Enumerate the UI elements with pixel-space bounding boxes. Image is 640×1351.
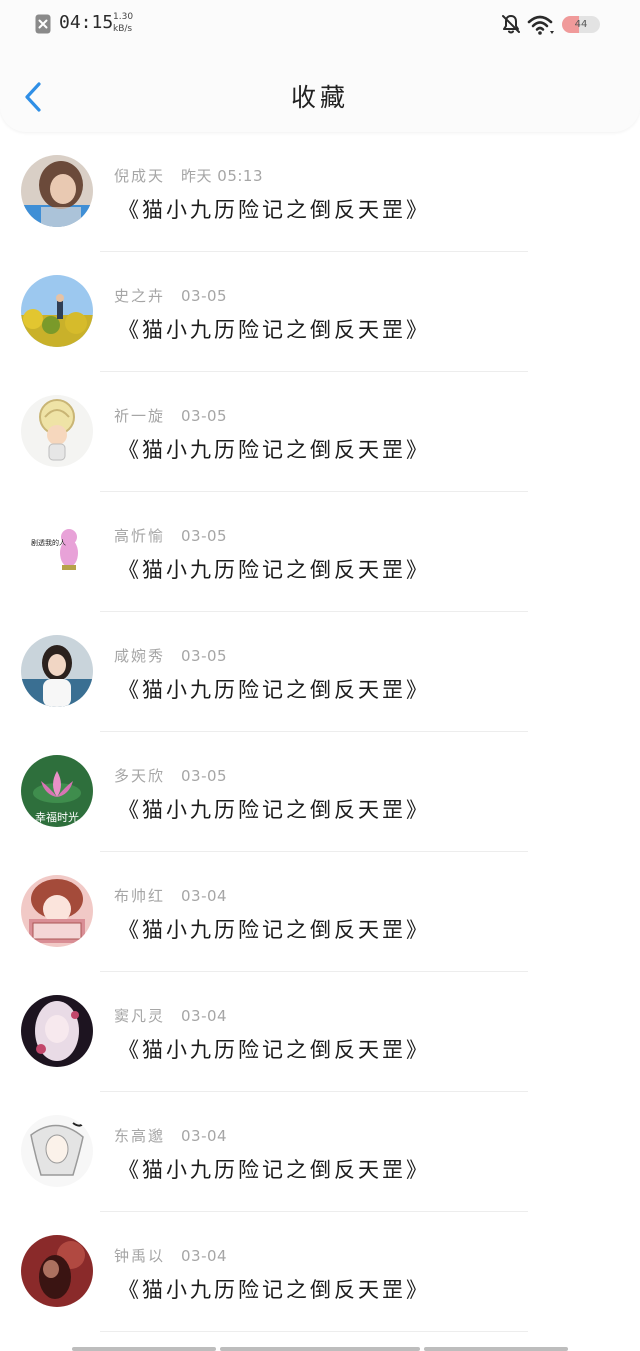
user-name[interactable]: 布帅红 [114,887,165,905]
favorite-title[interactable]: 《猫小九历险记之倒反天罡》 [118,1154,430,1184]
bottom-scroll-hint [0,1345,640,1351]
favorite-title[interactable]: 《猫小九历险记之倒反天罡》 [118,434,430,464]
favorite-item[interactable]: 钟禹以 03-04 《猫小九历险记之倒反天罡》 [0,1212,640,1332]
avatar-field-photo [21,275,93,347]
favorite-date: 03-04 [181,887,228,905]
user-name[interactable]: 窦凡灵 [114,1007,165,1025]
bell-muted-icon [502,15,520,34]
avatar-woman-photo [21,155,93,227]
user-name[interactable]: 钟禹以 [114,1247,165,1265]
battery-level: 44 [574,19,588,30]
avatar-pink-doodle: 剧透我的人 [21,515,93,587]
status-time: 04:15 [59,12,114,33]
avatar-anime-girl [21,995,93,1067]
favorite-date: 03-05 [181,647,228,665]
user-name[interactable]: 多天欣 [114,767,165,785]
avatar[interactable]: 剧透我的人 [21,515,93,587]
bottom-bar-segment [72,1347,216,1351]
favorite-item[interactable]: 东高邈 03-04 《猫小九历险记之倒反天罡》 [0,1092,640,1212]
avatar-anime-comic [21,875,93,947]
page-title: 收藏 [290,83,349,112]
favorite-meta: 多天欣 03-05 [114,765,227,786]
network-speed: 1.30 kB/s [113,11,133,35]
favorite-item[interactable]: 倪成天 昨天 05:13 《猫小九历险记之倒反天罡》 [0,132,640,252]
favorite-date: 03-05 [181,527,228,545]
favorite-meta: 钟禹以 03-04 [114,1245,227,1266]
status-bar: 04:15 1.30 kB/s 44 [0,0,640,50]
user-name[interactable]: 史之卉 [114,287,165,305]
favorite-title[interactable]: 《猫小九历险记之倒反天罡》 [118,314,430,344]
favorite-item[interactable]: 祈一旋 03-05 《猫小九历险记之倒反天罡》 [0,372,640,492]
avatar[interactable] [21,155,93,227]
avatar-caption: 幸福时光 [35,810,79,824]
user-name[interactable]: 倪成天 [114,167,165,185]
favorite-date: 03-05 [181,287,228,305]
favorite-item[interactable]: 史之卉 03-05 《猫小九历险记之倒反天罡》 [0,252,640,372]
favorite-date: 03-05 [181,407,228,425]
close-box-icon [35,14,51,34]
favorite-date: 03-04 [181,1007,228,1025]
favorite-date: 03-04 [181,1247,228,1265]
favorite-item[interactable]: 剧透我的人 高忻愉 03-05 《猫小九历险记之倒反天罡》 [0,492,640,612]
top-bar: 04:15 1.30 kB/s 44 收藏 [0,0,640,132]
favorite-meta: 倪成天 昨天 05:13 [114,165,263,186]
favorite-title[interactable]: 《猫小九历险记之倒反天罡》 [118,914,430,944]
user-name[interactable]: 祈一旋 [114,407,165,425]
bottom-bar-segment [424,1347,568,1351]
avatar-white-hair [21,1115,93,1187]
favorite-title[interactable]: 《猫小九历险记之倒反天罡》 [118,194,430,224]
wifi-icon [527,15,554,35]
favorite-title[interactable]: 《猫小九历险记之倒反天罡》 [118,674,430,704]
avatar[interactable] [21,875,93,947]
favorite-date: 03-05 [181,767,228,785]
favorite-item[interactable]: 窦凡灵 03-04 《猫小九历险记之倒反天罡》 [0,972,640,1092]
favorite-item[interactable]: 咸婉秀 03-05 《猫小九历险记之倒反天罡》 [0,612,640,732]
user-name[interactable]: 高忻愉 [114,527,165,545]
favorite-meta: 东高邈 03-04 [114,1125,227,1146]
favorite-meta: 窦凡灵 03-04 [114,1005,227,1026]
favorite-meta: 高忻愉 03-05 [114,525,227,546]
avatar[interactable]: 幸福时光 [21,755,93,827]
bottom-bar-segment [220,1347,420,1351]
avatar[interactable] [21,395,93,467]
avatar[interactable] [21,275,93,347]
svg-text:剧透我的人: 剧透我的人 [31,538,66,547]
favorite-meta: 祈一旋 03-05 [114,405,227,426]
avatar[interactable] [21,1235,93,1307]
favorite-meta: 布帅红 03-04 [114,885,227,906]
battery-indicator: 44 [562,16,600,33]
avatar-girl-photo [21,635,93,707]
network-speed-unit: kB/s [113,24,133,34]
favorite-title[interactable]: 《猫小九历险记之倒反天罡》 [118,554,430,584]
user-name[interactable]: 东高邈 [114,1127,165,1145]
avatar[interactable] [21,1115,93,1187]
avatar-lotus: 幸福时光 [21,755,93,827]
favorites-list: 倪成天 昨天 05:13 《猫小九历险记之倒反天罡》 史之卉 03-05 《猫小九历险记之… [0,132,640,1332]
favorites-page: 04:15 1.30 kB/s 44 收藏 倪成天 昨天 05:13 《猫小九历… [0,0,640,1351]
avatar[interactable] [21,635,93,707]
favorite-meta: 史之卉 03-05 [114,285,227,306]
favorite-date: 昨天 05:13 [181,167,264,185]
favorite-date: 03-04 [181,1127,228,1145]
favorite-item[interactable]: 幸福时光 多天欣 03-05 《猫小九历险记之倒反天罡》 [0,732,640,852]
favorite-title[interactable]: 《猫小九历险记之倒反天罡》 [118,1274,430,1304]
avatar-cartoon-curly [21,395,93,467]
divider [100,1331,528,1332]
favorite-title[interactable]: 《猫小九历险记之倒反天罡》 [118,1034,430,1064]
avatar[interactable] [21,995,93,1067]
user-name[interactable]: 咸婉秀 [114,647,165,665]
favorite-item[interactable]: 布帅红 03-04 《猫小九历险记之倒反天罡》 [0,852,640,972]
avatar-dark-red [21,1235,93,1307]
favorite-meta: 咸婉秀 03-05 [114,645,227,666]
network-speed-value: 1.30 [113,12,134,22]
favorite-title[interactable]: 《猫小九历险记之倒反天罡》 [118,794,430,824]
